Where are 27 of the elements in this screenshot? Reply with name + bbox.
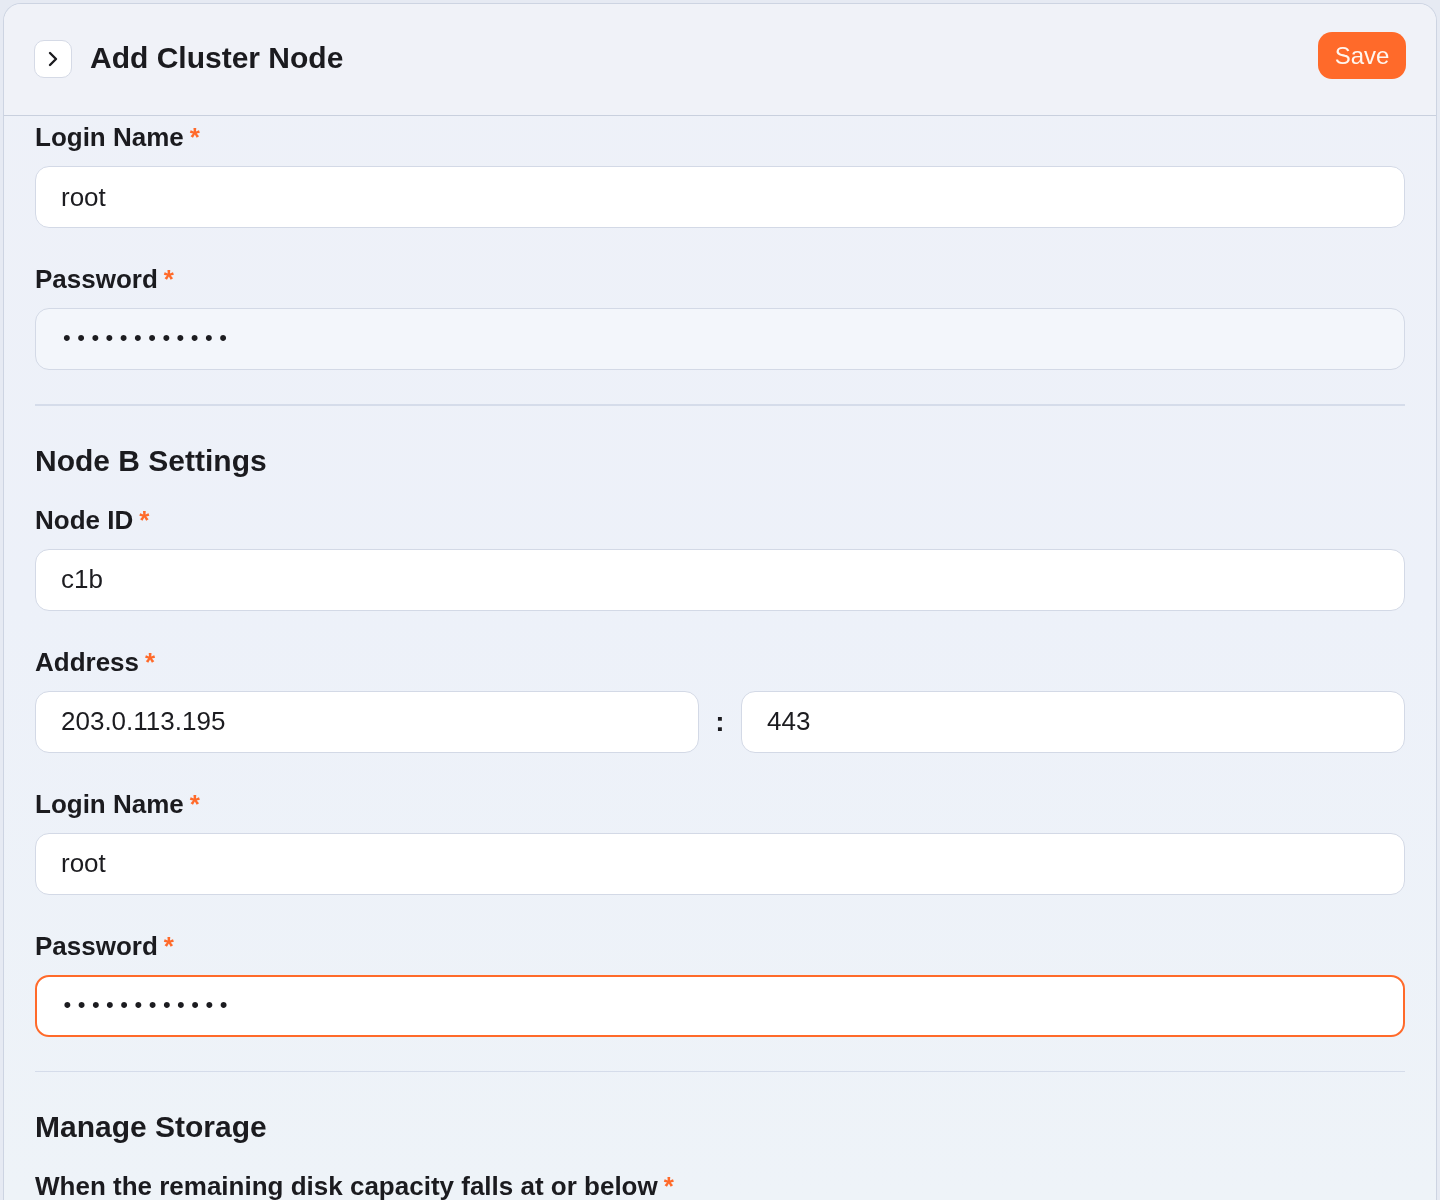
text-field[interactable]: root	[35, 166, 1405, 228]
field-label: When the remaining disk capacity falls at or below	[35, 1171, 658, 1200]
required-mark: *	[163, 264, 174, 294]
required-mark: *	[163, 930, 174, 961]
panel-title: Add Cluster Node	[90, 41, 344, 75]
password-field[interactable]: ••••••••••••	[35, 974, 1405, 1037]
field-label: Login Name	[35, 788, 184, 819]
required-mark: *	[663, 1171, 674, 1200]
section-heading: Node B Settings	[35, 442, 268, 479]
field-label: Password	[35, 930, 158, 961]
password-field[interactable]: ••••••••••••	[35, 308, 1405, 370]
field-label: Login Name	[35, 122, 184, 152]
panel-toggle-button[interactable]	[34, 39, 72, 78]
required-mark: *	[145, 646, 156, 677]
text-field[interactable]: root	[35, 832, 1405, 895]
host-field[interactable]: 203.0.113.195	[35, 690, 699, 753]
field-label: Address	[35, 646, 140, 677]
required-mark: *	[189, 122, 200, 152]
field-label: Password	[35, 264, 158, 294]
port-field[interactable]: 443	[741, 690, 1405, 753]
text-field[interactable]: c1b	[35, 548, 1405, 611]
required-mark: *	[189, 788, 200, 819]
address-separator: :	[714, 705, 726, 738]
section-heading: Manage Storage	[35, 1109, 268, 1145]
field-label: Node ID	[35, 504, 134, 535]
chevron-right-icon	[48, 50, 58, 67]
required-mark: *	[139, 504, 150, 535]
